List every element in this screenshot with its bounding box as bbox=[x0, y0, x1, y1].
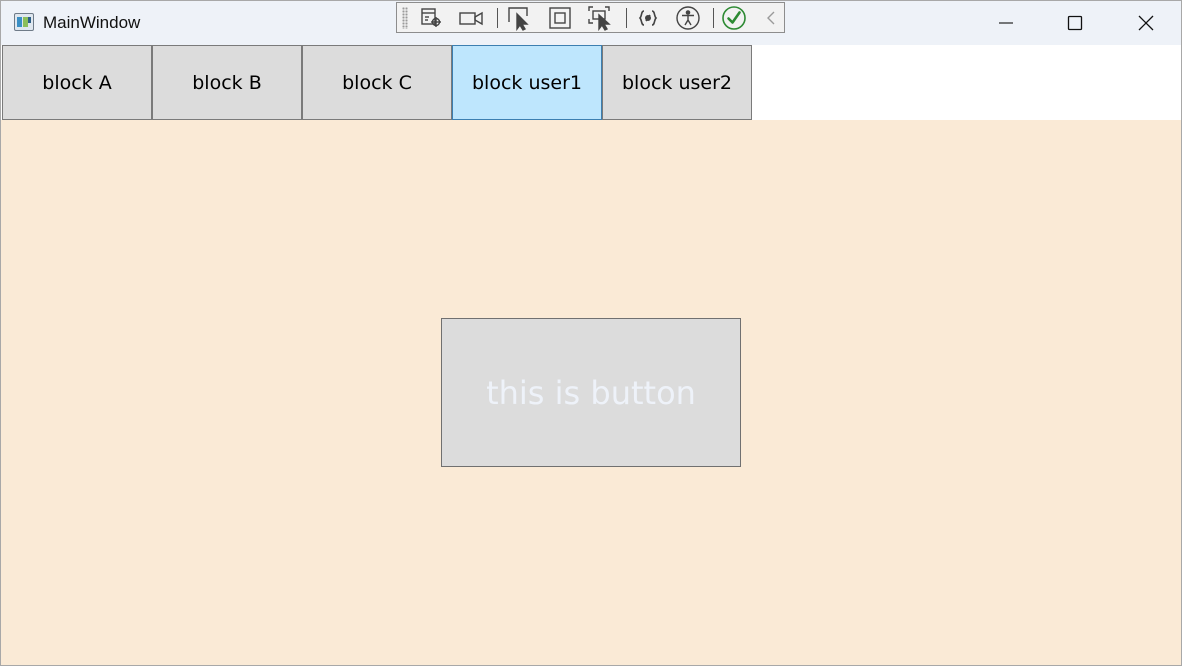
tab-block-a[interactable]: block A bbox=[2, 45, 152, 120]
main-window: MainWindow block A block B block C block… bbox=[0, 0, 1182, 666]
content-area: this is button bbox=[1, 120, 1181, 665]
debug-toolbar bbox=[396, 2, 785, 33]
toolbar-grip-icon[interactable] bbox=[402, 7, 408, 29]
title-bar[interactable]: MainWindow bbox=[1, 1, 1181, 45]
tab-block-b[interactable]: block B bbox=[152, 45, 302, 120]
visual-tree-icon[interactable] bbox=[418, 5, 444, 31]
tab-strip: block A block B block C block user1 bloc… bbox=[1, 45, 1181, 120]
app-icon bbox=[14, 13, 34, 31]
tab-block-user1[interactable]: block user1 bbox=[452, 45, 602, 120]
tab-block-c[interactable]: block C bbox=[302, 45, 452, 120]
maximize-button[interactable] bbox=[1040, 1, 1110, 45]
select-element-icon[interactable] bbox=[506, 5, 532, 31]
accessibility-icon[interactable] bbox=[675, 5, 701, 31]
maximize-icon bbox=[1067, 15, 1083, 31]
checkmark-icon[interactable] bbox=[721, 5, 747, 31]
collapse-chevron-icon[interactable] bbox=[758, 5, 784, 31]
track-focus-icon[interactable] bbox=[587, 5, 613, 31]
display-layout-adorners-icon[interactable] bbox=[547, 5, 573, 31]
main-button[interactable]: this is button bbox=[441, 318, 741, 467]
binding-failures-icon[interactable] bbox=[635, 5, 661, 31]
window-title: MainWindow bbox=[43, 13, 141, 32]
record-icon[interactable] bbox=[458, 5, 484, 31]
close-icon bbox=[1138, 15, 1154, 31]
tab-block-user2[interactable]: block user2 bbox=[602, 45, 752, 120]
minimize-icon bbox=[999, 22, 1013, 24]
minimize-button[interactable] bbox=[971, 1, 1041, 45]
close-button[interactable] bbox=[1111, 1, 1181, 45]
